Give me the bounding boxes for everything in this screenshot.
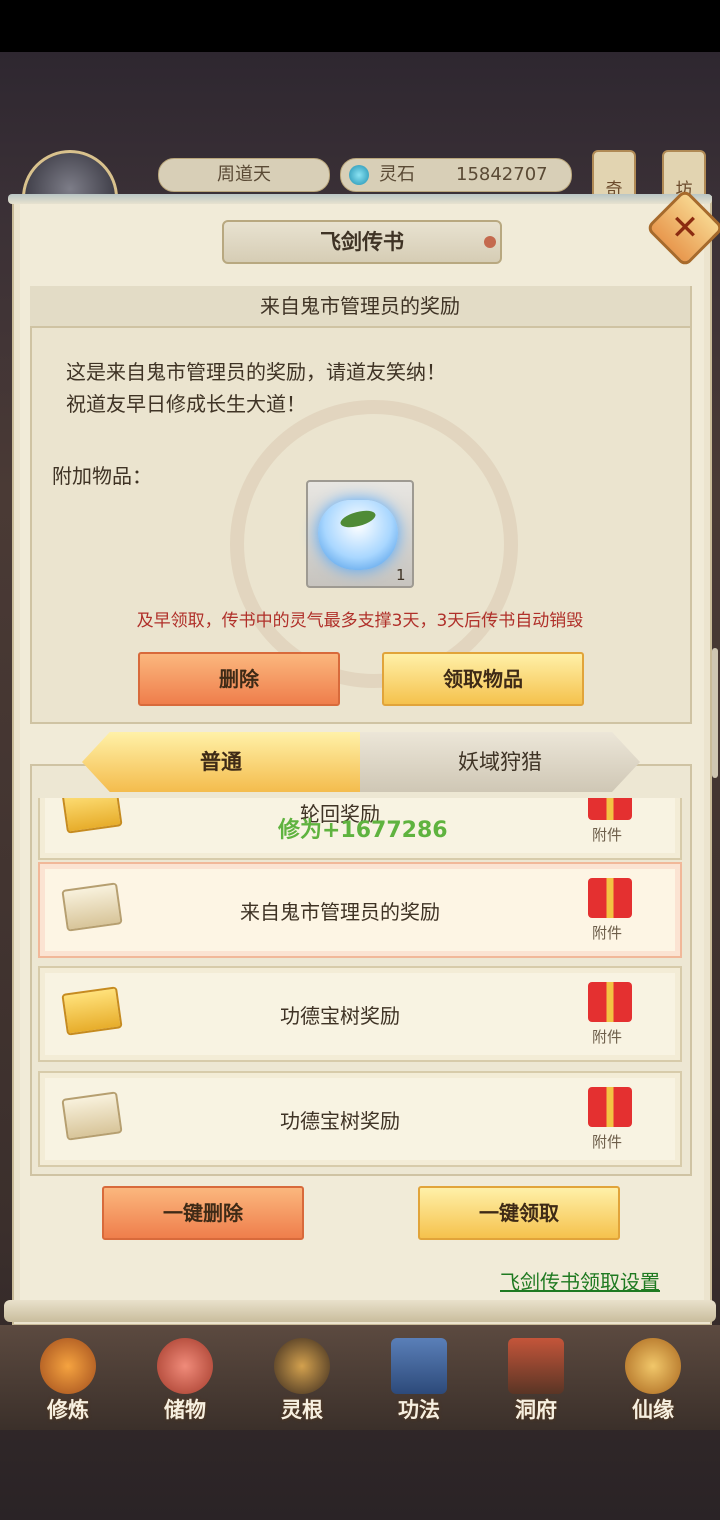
player-name: 周道天 xyxy=(158,158,330,192)
status-bar xyxy=(0,0,720,52)
xp-gain-text: 修为+1677286 xyxy=(278,818,448,843)
mail-list-item-selected[interactable]: 来自鬼市管理员的奖励 附件 xyxy=(38,862,682,958)
scrollbar[interactable] xyxy=(712,648,718,778)
tab-normal[interactable]: 普通 xyxy=(82,732,360,792)
title-ornament-right xyxy=(484,236,496,248)
attachment-label: 附件 xyxy=(592,1133,623,1151)
open-envelope-icon xyxy=(61,1091,123,1141)
nav-techniques[interactable]: 功法 xyxy=(369,1332,469,1427)
meditating-monk-icon xyxy=(40,1338,96,1394)
mail-claim-settings-link[interactable]: 飞剑传书领取设置 xyxy=(500,1266,660,1295)
attachment-label: 附件 xyxy=(592,924,623,942)
mail-item-title: 来自鬼市管理员的奖励 xyxy=(240,900,440,924)
spirit-stone-icon xyxy=(349,165,369,185)
nav-label: 仙缘 xyxy=(632,1398,674,1422)
attachment-label: 附件 xyxy=(592,826,623,844)
nav-spirit-root[interactable]: 灵根 xyxy=(252,1332,352,1427)
envelope-icon xyxy=(61,986,123,1036)
spirit-stone-label: 灵石 xyxy=(379,164,415,185)
nav-cave-mansion[interactable]: 洞府 xyxy=(486,1332,586,1427)
nav-label: 储物 xyxy=(164,1398,206,1422)
nav-label: 洞府 xyxy=(515,1398,557,1422)
mail-body-line2: 祝道友早日修成长生大道！ xyxy=(66,392,306,416)
mail-body-line1: 这是来自鬼市管理员的奖励，请道友笑纳！ xyxy=(66,360,446,384)
expiry-warning: 及早领取，传书中的灵气最多支撑3天，3天后传书自动销毁 xyxy=(136,611,584,631)
mail-list-item[interactable]: 功德宝树奖励 附件 xyxy=(38,1071,682,1167)
claim-all-button[interactable]: 一键领取 xyxy=(418,1186,620,1240)
mail-list[interactable]: 轮回奖励 附件 修为+1677286 来自鬼市管理员的奖励 附件 功德宝树奖励 … xyxy=(30,798,690,1172)
nav-label: 修炼 xyxy=(47,1398,89,1422)
envelope-icon xyxy=(61,798,123,834)
spirit-stone-value: 15842707 xyxy=(456,164,548,185)
nav-storage[interactable]: 储物 xyxy=(135,1332,235,1427)
delete-all-button[interactable]: 一键删除 xyxy=(102,1186,304,1240)
nav-label: 功法 xyxy=(398,1398,440,1422)
attachments-label: 附加物品： xyxy=(52,464,152,488)
gift-box-icon xyxy=(588,798,632,820)
tab-demon-hunt[interactable]: 妖域狩猎 xyxy=(360,732,640,792)
mail-item-title: 功德宝树奖励 xyxy=(280,1004,400,1028)
nav-label: 灵根 xyxy=(281,1398,323,1422)
claim-items-button[interactable]: 领取物品 xyxy=(382,652,584,706)
nav-immortal-fate[interactable]: 仙缘 xyxy=(603,1332,703,1427)
scripture-book-icon xyxy=(391,1338,447,1394)
gift-box-icon xyxy=(588,1087,632,1127)
mail-list-item[interactable]: 功德宝树奖励 附件 xyxy=(38,966,682,1062)
gourd-icon xyxy=(625,1338,681,1394)
spirit-root-icon xyxy=(274,1338,330,1394)
gift-box-icon xyxy=(588,878,632,918)
attachment-count: 1 xyxy=(396,566,406,584)
treasure-bag-icon xyxy=(157,1338,213,1394)
panel-title: 飞剑传书 xyxy=(222,220,502,264)
scroll-roll-top xyxy=(8,194,712,204)
scroll-roll-bottom xyxy=(4,1300,716,1322)
nav-cultivate[interactable]: 修炼 xyxy=(18,1332,118,1427)
open-envelope-icon xyxy=(61,882,123,932)
spirit-stone-counter: 灵石 15842707 xyxy=(340,158,572,192)
mail-subject: 来自鬼市管理员的奖励 xyxy=(30,286,690,328)
close-icon[interactable]: ✕ xyxy=(657,200,713,256)
cave-mansion-icon xyxy=(508,1338,564,1394)
gift-box-icon xyxy=(588,982,632,1022)
mail-item-title: 功德宝树奖励 xyxy=(280,1109,400,1133)
attachment-label: 附件 xyxy=(592,1028,623,1046)
delete-button[interactable]: 删除 xyxy=(138,652,340,706)
spirit-tea-bowl-icon xyxy=(318,500,398,570)
